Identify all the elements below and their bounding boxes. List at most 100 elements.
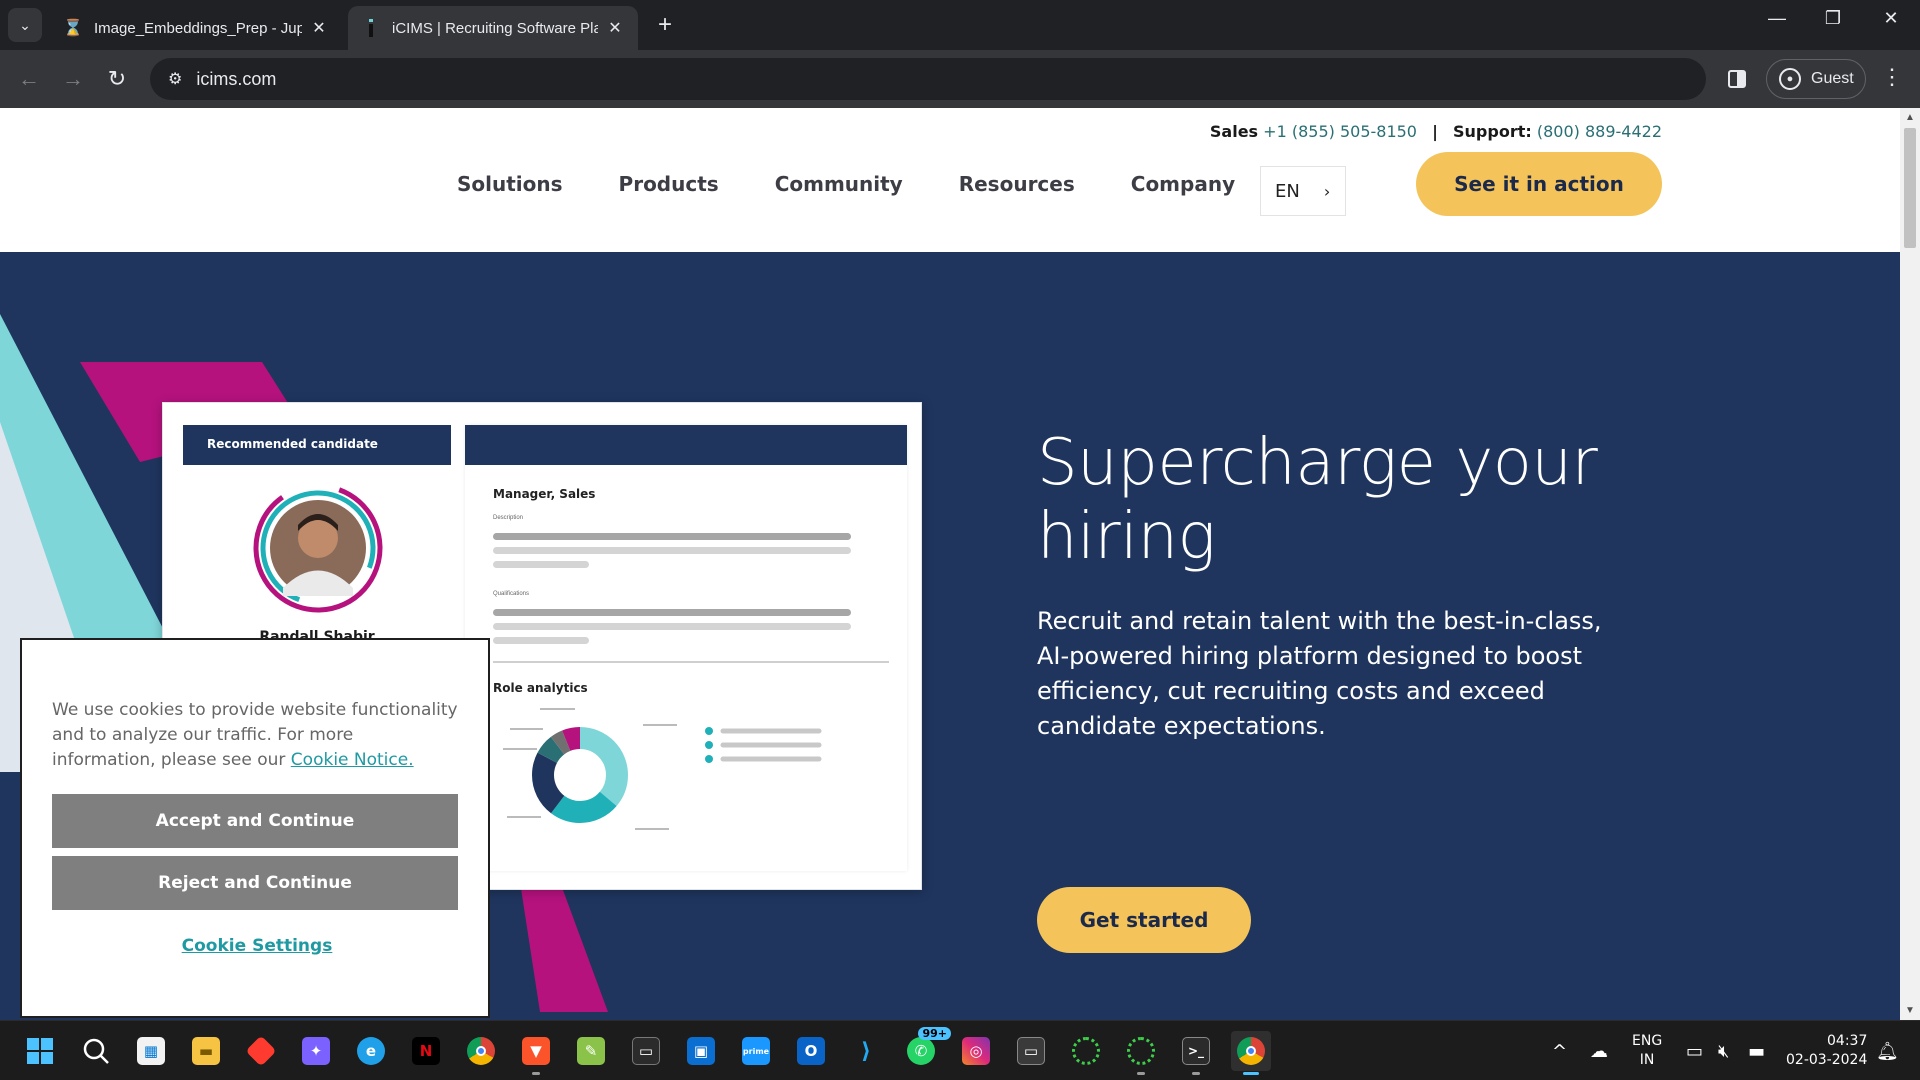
- support-label: Support:: [1453, 122, 1532, 141]
- whatsapp-badge: 99+: [918, 1027, 951, 1040]
- battery-icon[interactable]: ▬: [1748, 1021, 1765, 1080]
- hero-subtitle: Recruit and retain talent with the best-…: [1037, 607, 1602, 740]
- cookie-banner: We use cookies to provide website functi…: [20, 638, 490, 1018]
- nav-products[interactable]: Products: [619, 172, 719, 196]
- browser-toolbar: ← → ↻ ⚙ icims.com ● Guest ⋮: [0, 50, 1920, 108]
- language-line1: ENG: [1632, 1033, 1663, 1049]
- role-analytics-donut: [503, 708, 822, 830]
- cookie-settings-link[interactable]: Cookie Settings: [22, 936, 492, 956]
- reload-button[interactable]: ↻: [102, 64, 132, 94]
- description-label: Description: [493, 515, 524, 521]
- restore-button[interactable]: ❐: [1810, 8, 1856, 29]
- clock-date: 02-03-2024: [1786, 1052, 1868, 1068]
- nav-solutions[interactable]: Solutions: [457, 172, 563, 196]
- volume-muted-icon[interactable]: 🔇︎: [1718, 1021, 1729, 1080]
- notifications-icon[interactable]: 🔔︎: [1876, 1021, 1899, 1080]
- search-icon[interactable]: [76, 1031, 116, 1071]
- qualifications-label: Qualifications: [493, 591, 530, 597]
- close-icon[interactable]: ✕: [310, 18, 328, 38]
- more-menu-icon[interactable]: ⋮: [1880, 64, 1904, 90]
- whatsapp-icon[interactable]: ✆ 99+: [901, 1027, 951, 1071]
- tab-jupyter[interactable]: ⌛ Image_Embeddings_Prep - Jupy ✕: [50, 6, 342, 50]
- copilot-icon[interactable]: ✦: [296, 1031, 336, 1071]
- language-selector[interactable]: EN ›: [1260, 166, 1346, 216]
- placeholder-bar: [493, 561, 589, 568]
- brave-icon[interactable]: ▼: [516, 1031, 556, 1075]
- instagram-icon[interactable]: ◎: [956, 1031, 996, 1071]
- reject-cookies-button[interactable]: Reject and Continue: [52, 856, 458, 910]
- support-phone-link[interactable]: (800) 889-4422: [1537, 122, 1662, 141]
- minimize-button[interactable]: —: [1754, 8, 1800, 29]
- input-language[interactable]: ENG IN: [1632, 1021, 1662, 1080]
- terminal-icon[interactable]: ▭: [626, 1031, 666, 1071]
- sales-phone-link[interactable]: +1 (855) 505-8150: [1263, 122, 1417, 141]
- prime-video-icon[interactable]: prime: [736, 1031, 776, 1071]
- back-button[interactable]: ←: [14, 64, 44, 94]
- tab-title: iCIMS | Recruiting Software Plat: [392, 19, 598, 37]
- loader-icon[interactable]: [1121, 1031, 1161, 1075]
- running-indicator: [532, 1072, 540, 1075]
- scroll-up-arrow-icon[interactable]: ▲: [1900, 112, 1920, 123]
- window-close-button[interactable]: ✕: [1868, 8, 1914, 29]
- icims-icon: [362, 19, 380, 37]
- cookie-notice-link[interactable]: Cookie Notice.: [291, 750, 414, 770]
- language-label: EN: [1275, 180, 1300, 202]
- network-icon[interactable]: ▭: [1686, 1021, 1703, 1080]
- contact-separator: |: [1432, 122, 1438, 141]
- netflix-icon[interactable]: N: [406, 1031, 446, 1071]
- placeholder-bar: [493, 623, 851, 630]
- onedrive-icon[interactable]: ☁: [1590, 1021, 1608, 1080]
- windows-start-icon[interactable]: [20, 1031, 60, 1071]
- forward-button[interactable]: →: [58, 64, 88, 94]
- file-explorer-icon[interactable]: ▬: [186, 1031, 226, 1071]
- see-it-in-action-button[interactable]: See it in action: [1416, 152, 1662, 216]
- job-title: Manager, Sales: [493, 487, 596, 501]
- close-icon[interactable]: ✕: [606, 18, 624, 38]
- site-info-icon[interactable]: ⚙: [168, 69, 182, 89]
- hero-title: Supercharge your hiring: [1037, 426, 1598, 574]
- accept-cookies-button[interactable]: Accept and Continue: [52, 794, 458, 848]
- side-panel-icon[interactable]: [1724, 66, 1750, 92]
- powershell-icon[interactable]: >_: [1176, 1031, 1216, 1075]
- profile-button[interactable]: ● Guest: [1766, 59, 1866, 99]
- loader-icon[interactable]: [1066, 1031, 1106, 1071]
- vscode-icon[interactable]: ⟩: [846, 1031, 886, 1071]
- chrome-icon[interactable]: [461, 1031, 501, 1071]
- app-icon[interactable]: ▣: [681, 1031, 721, 1071]
- nav-company[interactable]: Company: [1131, 172, 1235, 196]
- scroll-down-arrow-icon[interactable]: ▼: [1900, 1005, 1920, 1016]
- nav-resources[interactable]: Resources: [959, 172, 1075, 196]
- hourglass-icon: ⌛: [63, 20, 83, 37]
- chevron-right-icon: ›: [1323, 181, 1331, 201]
- cookie-text: We use cookies to provide website functi…: [52, 698, 462, 773]
- clock[interactable]: 04:37 02-03-2024: [1786, 1021, 1867, 1080]
- running-indicator: [1192, 1072, 1200, 1075]
- url-text: icims.com: [196, 68, 277, 89]
- divider: [493, 661, 889, 663]
- edge-icon[interactable]: e: [351, 1031, 391, 1071]
- scrollbar-thumb[interactable]: [1904, 128, 1916, 248]
- chrome-icon[interactable]: [1231, 1031, 1271, 1075]
- running-indicator: [1137, 1072, 1145, 1075]
- new-tab-button[interactable]: +: [652, 12, 678, 38]
- store-icon[interactable]: ▦: [131, 1031, 171, 1071]
- clock-time: 04:37: [1827, 1033, 1868, 1049]
- outlook-icon[interactable]: O: [791, 1031, 831, 1071]
- show-hidden-icons-icon[interactable]: ^: [1552, 1021, 1567, 1080]
- running-indicator: [1243, 1072, 1259, 1075]
- notepad-icon[interactable]: ✎: [571, 1031, 611, 1071]
- language-line2: IN: [1639, 1052, 1655, 1068]
- page-scrollbar[interactable]: ▲ ▼: [1900, 108, 1920, 1020]
- address-bar[interactable]: ⚙ icims.com: [150, 58, 1706, 100]
- page-viewport: Sales +1 (855) 505-8150 | Support: (800)…: [0, 108, 1900, 1020]
- tab-search-button[interactable]: ⌄: [8, 8, 42, 42]
- window-icon[interactable]: ▭: [1011, 1031, 1051, 1071]
- card-header: [465, 425, 907, 465]
- nav-community[interactable]: Community: [775, 172, 903, 196]
- job-card: Manager, Sales Description Qualification…: [465, 425, 907, 871]
- app-icon[interactable]: [241, 1031, 281, 1071]
- tab-icims[interactable]: iCIMS | Recruiting Software Plat ✕: [348, 6, 638, 50]
- role-analytics-title: Role analytics: [493, 681, 588, 695]
- placeholder-bar: [493, 533, 851, 540]
- get-started-button[interactable]: Get started: [1037, 887, 1251, 953]
